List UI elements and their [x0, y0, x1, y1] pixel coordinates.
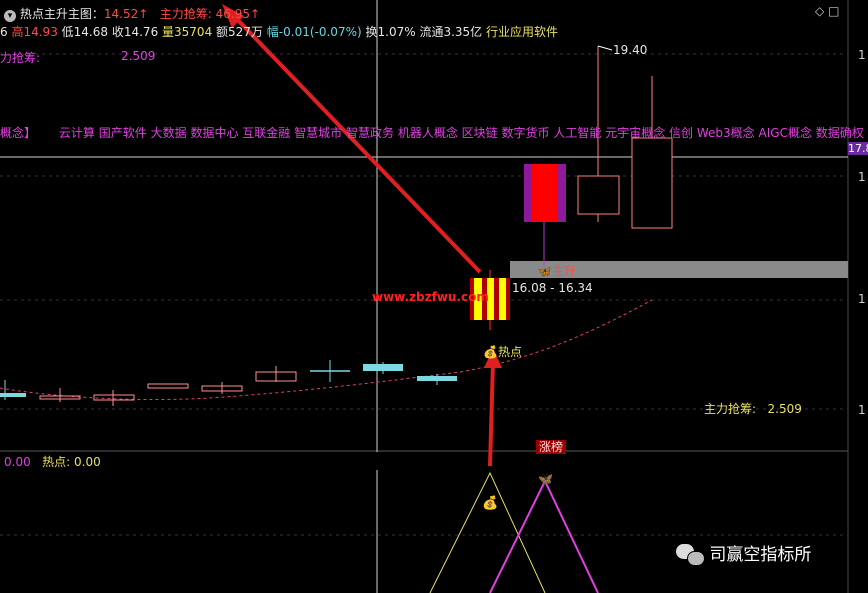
- concept-item[interactable]: 智慧城市: [294, 126, 342, 140]
- indicator-title[interactable]: 热点主升主图: [20, 7, 92, 21]
- indicator-header: ▾ 热点主升主图：14.52↑ 主力抢筹: 46.95↑: [4, 5, 260, 22]
- quote-amount: 额527: [216, 25, 251, 39]
- axis-label: 1: [858, 48, 866, 62]
- quote-volume: 量35704: [162, 25, 213, 39]
- price-tag-right: 17.8: [848, 142, 868, 155]
- concept-item[interactable]: 数据确权: [816, 126, 864, 140]
- wechat-icon: [676, 544, 705, 566]
- concept-item[interactable]: 元宇宙概念: [605, 126, 665, 140]
- concept-item[interactable]: 云计算: [59, 126, 95, 140]
- watermark-text: www.zbzfwu.com: [372, 290, 489, 304]
- quote-industry: 行业应用软件: [486, 25, 559, 39]
- restore-icon[interactable]: ◇: [815, 4, 824, 18]
- zhusheng-signal: 🦋主升: [537, 264, 576, 278]
- quote-change: 幅-0.01(-0.07%): [266, 25, 362, 39]
- concept-item[interactable]: 区块链: [462, 126, 498, 140]
- quote-row: 6 高14.93 低14.68 收14.76 量35704 额527万 幅-0.…: [0, 25, 559, 39]
- range-price-label: 16.08 - 16.34: [512, 281, 593, 295]
- concept-item[interactable]: 人工智能: [553, 126, 601, 140]
- quote-close: 收14.76: [111, 25, 159, 39]
- zhangbang-badge: 涨榜: [536, 436, 567, 455]
- concept-item[interactable]: 机器人概念: [398, 126, 458, 140]
- indicator-value: 46.95: [215, 7, 250, 21]
- candle: [363, 364, 403, 371]
- sub-panel-left-value: 0.00: [4, 455, 31, 469]
- butterfly-icon: 🦋: [537, 264, 552, 278]
- window-controls: ◇ □: [815, 4, 839, 18]
- concept-item[interactable]: 国产软件: [99, 126, 147, 140]
- title-value: 14.52: [103, 7, 139, 21]
- sub-panel-header: 0.00 热点: 0.00: [4, 453, 101, 470]
- candle: [0, 393, 26, 397]
- indicator-label: 主力抢筹:: [159, 7, 212, 21]
- left-indicator-label: 力抢筹:: [0, 51, 41, 65]
- butterfly-icon: 🦋: [538, 472, 553, 486]
- concepts-row: 概念】 云计算 国产软件 大数据 数据中心 互联金融 智慧城市 智慧政务 机器人…: [0, 126, 864, 140]
- redian-signal: 💰热点: [483, 345, 522, 359]
- annotation-arrow-1: [230, 12, 482, 274]
- money-bag-icon: 💰: [482, 496, 499, 511]
- candle: [631, 137, 673, 229]
- candle: [417, 376, 457, 381]
- money-bag-icon: 💰: [483, 345, 498, 359]
- sub-panel-label: 热点:: [42, 455, 71, 469]
- quote-low: 低14.68: [61, 25, 109, 39]
- annotation-arrow-2: [488, 361, 495, 467]
- concept-item[interactable]: AIGC概念: [759, 126, 812, 140]
- ma-curve: [0, 299, 653, 401]
- quote-float: 流通3.35亿: [419, 25, 483, 39]
- peak-price-label: 19.40: [613, 43, 648, 57]
- brand-text: 司赢空指标所: [709, 545, 812, 565]
- candles: [0, 46, 673, 406]
- axis-label: 1: [858, 292, 866, 306]
- concept-item[interactable]: 智慧政务: [346, 126, 394, 140]
- redian-line: [429, 471, 546, 593]
- concept-item[interactable]: 大数据: [151, 126, 187, 140]
- quote-high: 高14.93: [11, 25, 58, 39]
- concept-item[interactable]: 数据中心: [190, 126, 238, 140]
- candle: [147, 383, 189, 389]
- concept-item[interactable]: 数字货币: [502, 126, 550, 140]
- axis-label: 1: [858, 403, 866, 417]
- bottom-indicator-label: 主力抢筹: 2.509: [704, 402, 802, 416]
- axis-label: 1: [858, 170, 866, 184]
- maximize-icon[interactable]: □: [828, 4, 839, 18]
- brand-block: 司赢空指标所: [676, 540, 811, 566]
- quote-turnover: 换1.07%: [365, 25, 416, 39]
- concept-item[interactable]: 互联金融: [242, 126, 290, 140]
- candle: [577, 175, 620, 215]
- zhusheng-line: [489, 478, 599, 593]
- concept-item[interactable]: 信创: [669, 126, 693, 140]
- sub-panel-value: 0.00: [74, 455, 101, 469]
- concept-item[interactable]: Web3概念: [697, 126, 755, 140]
- left-indicator-value: 2.509: [121, 49, 156, 63]
- dropdown-icon[interactable]: ▾: [4, 10, 16, 22]
